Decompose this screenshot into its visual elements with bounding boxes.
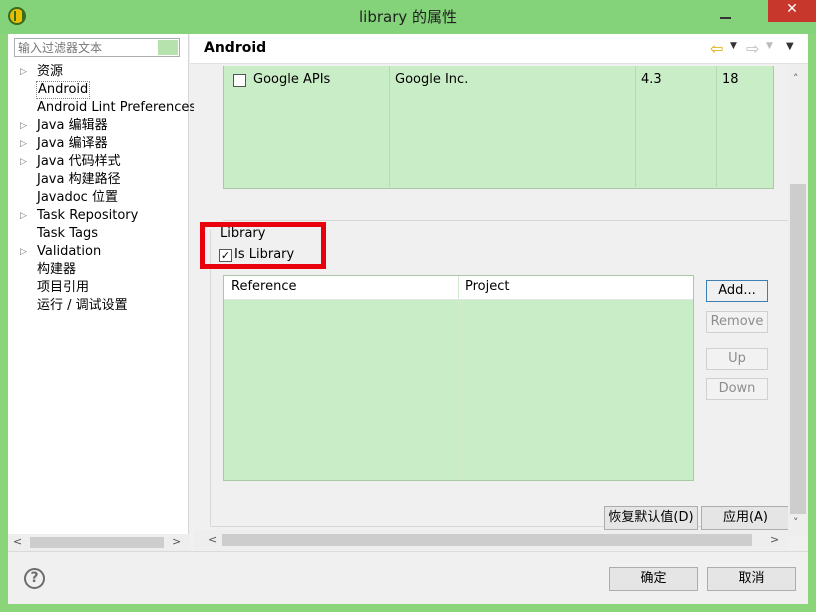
view-menu-icon[interactable]: ▼ — [786, 41, 794, 52]
tree-item-label[interactable]: Task Tags — [36, 225, 99, 243]
scroll-right-icon[interactable]: > — [172, 535, 181, 548]
help-icon[interactable]: ? — [24, 568, 45, 589]
tree-item-label[interactable]: Validation — [36, 243, 102, 261]
expand-arrow-icon[interactable]: ▷ — [20, 207, 27, 225]
target-platform: 4.3 — [641, 72, 662, 87]
minimize-button[interactable] — [707, 4, 745, 26]
tree-item-label[interactable]: Java 构建路径 — [36, 171, 122, 189]
column-header-reference[interactable]: Reference — [231, 279, 296, 294]
cancel-button[interactable]: 取消 — [707, 567, 796, 591]
tree-item[interactable]: ▷ Task Repository — [8, 207, 189, 225]
android-properties-content: Google APIs Google Inc. 4.3 18 Library ✓… — [194, 66, 804, 536]
category-pane: ▷ 资源AndroidAndroid Lint Preferences ▷ Java … — [8, 34, 196, 551]
tree-item-label[interactable]: Java 代码样式 — [36, 153, 122, 171]
tree-item-label[interactable]: 资源 — [36, 63, 64, 81]
page-title: Android — [204, 40, 267, 56]
target-name: Google APIs — [253, 72, 331, 87]
project-build-target-table[interactable]: Google APIs Google Inc. 4.3 18 — [223, 66, 774, 189]
tree-item[interactable]: Android — [8, 81, 189, 99]
tree-item[interactable]: ▷ Java 编译器 — [8, 135, 189, 153]
tree-item-label[interactable]: 构建器 — [36, 261, 77, 279]
tree-horizontal-scrollbar[interactable]: < > — [8, 534, 189, 551]
title-bar: library 的属性 ✕ — [0, 0, 816, 34]
scroll-right-icon[interactable]: > — [770, 533, 779, 546]
close-button[interactable]: ✕ — [768, 0, 816, 22]
content-horizontal-scrollbar[interactable]: < > — [194, 530, 788, 550]
nav-back-dropdown-icon[interactable]: ▼ — [730, 41, 737, 51]
tree-item-label[interactable]: 运行 / 调试设置 — [36, 297, 129, 315]
up-button: Up — [706, 348, 768, 370]
scroll-up-icon[interactable]: ˄ — [793, 72, 799, 85]
tree-item[interactable]: Task Tags — [8, 225, 189, 243]
expand-arrow-icon[interactable]: ▷ — [20, 135, 27, 153]
tree-item[interactable]: 项目引用 — [8, 279, 189, 297]
scroll-thumb[interactable] — [790, 184, 806, 514]
scroll-down-icon[interactable]: ˅ — [793, 516, 799, 529]
expand-arrow-icon[interactable]: ▷ — [20, 153, 27, 171]
scroll-left-icon[interactable]: < — [208, 533, 217, 546]
highlight-box — [200, 222, 326, 269]
tree-item[interactable]: Javadoc 位置 — [8, 189, 189, 207]
tree-item[interactable]: 构建器 — [8, 261, 189, 279]
tree-item[interactable]: ▷ Java 编辑器 — [8, 117, 189, 135]
content-vertical-scrollbar[interactable]: ˄ ˅ — [788, 64, 808, 536]
expand-arrow-icon[interactable]: ▷ — [20, 117, 27, 135]
tree-item[interactable]: ▷ Validation — [8, 243, 189, 261]
dialog-client: ▷资源AndroidAndroid Lint Preferences▷Java … — [8, 34, 808, 604]
target-checkbox[interactable] — [233, 74, 246, 87]
close-icon: ✕ — [786, 1, 798, 17]
filter-input[interactable] — [14, 38, 180, 57]
ok-button[interactable]: 确定 — [609, 567, 698, 591]
target-api-level: 18 — [722, 72, 739, 87]
apply-button[interactable]: 应用(A) — [701, 506, 790, 530]
column-header-project[interactable]: Project — [465, 279, 509, 294]
table-row[interactable]: Google APIs Google Inc. 4.3 18 — [224, 70, 773, 90]
tree-item-label[interactable]: Java 编辑器 — [36, 117, 109, 135]
remove-button: Remove — [706, 311, 768, 333]
window-title: library 的属性 — [358, 8, 458, 26]
nav-forward-icon: ⇨ — [746, 39, 760, 58]
page-header: Android ⇦ ▼ ⇨ ▼ ▼ — [190, 34, 808, 64]
category-tree: ▷ 资源 Android Android Lint Preferences ▷ Java … — [8, 63, 196, 315]
nav-forward-dropdown-icon: ▼ — [766, 41, 773, 51]
footer-divider — [8, 551, 808, 552]
tree-item-label[interactable]: Android — [36, 81, 91, 99]
down-button: Down — [706, 378, 768, 400]
scroll-left-icon[interactable]: < — [13, 535, 22, 548]
tree-item[interactable]: ▷ 资源 — [8, 63, 189, 81]
column-divider — [458, 276, 459, 480]
restore-defaults-button[interactable]: 恢复默认值(D) — [604, 506, 698, 530]
tree-item[interactable]: Android Lint Preferences — [8, 99, 196, 117]
tree-item-label[interactable]: 项目引用 — [36, 279, 90, 297]
library-reference-table[interactable]: Reference Project — [223, 275, 694, 481]
scroll-thumb[interactable] — [30, 537, 164, 548]
clear-filter-button[interactable] — [158, 40, 178, 55]
tree-item-label[interactable]: Task Repository — [36, 207, 139, 225]
expand-arrow-icon[interactable]: ▷ — [20, 243, 27, 261]
tree-item[interactable]: ▷ Java 代码样式 — [8, 153, 189, 171]
tree-item[interactable]: 运行 / 调试设置 — [8, 297, 189, 315]
add-button[interactable]: Add... — [706, 280, 768, 302]
tree-item-label[interactable]: Javadoc 位置 — [36, 189, 119, 207]
tree-item-label[interactable]: Android Lint Preferences — [36, 99, 197, 117]
tree-item[interactable]: Java 构建路径 — [8, 171, 189, 189]
tree-item-label[interactable]: Java 编译器 — [36, 135, 109, 153]
section-divider — [223, 220, 793, 221]
scroll-thumb[interactable] — [222, 534, 752, 546]
nav-back-icon[interactable]: ⇦ — [710, 39, 723, 58]
minimize-icon — [720, 17, 731, 19]
target-vendor: Google Inc. — [395, 72, 469, 87]
expand-arrow-icon[interactable]: ▷ — [20, 63, 27, 81]
